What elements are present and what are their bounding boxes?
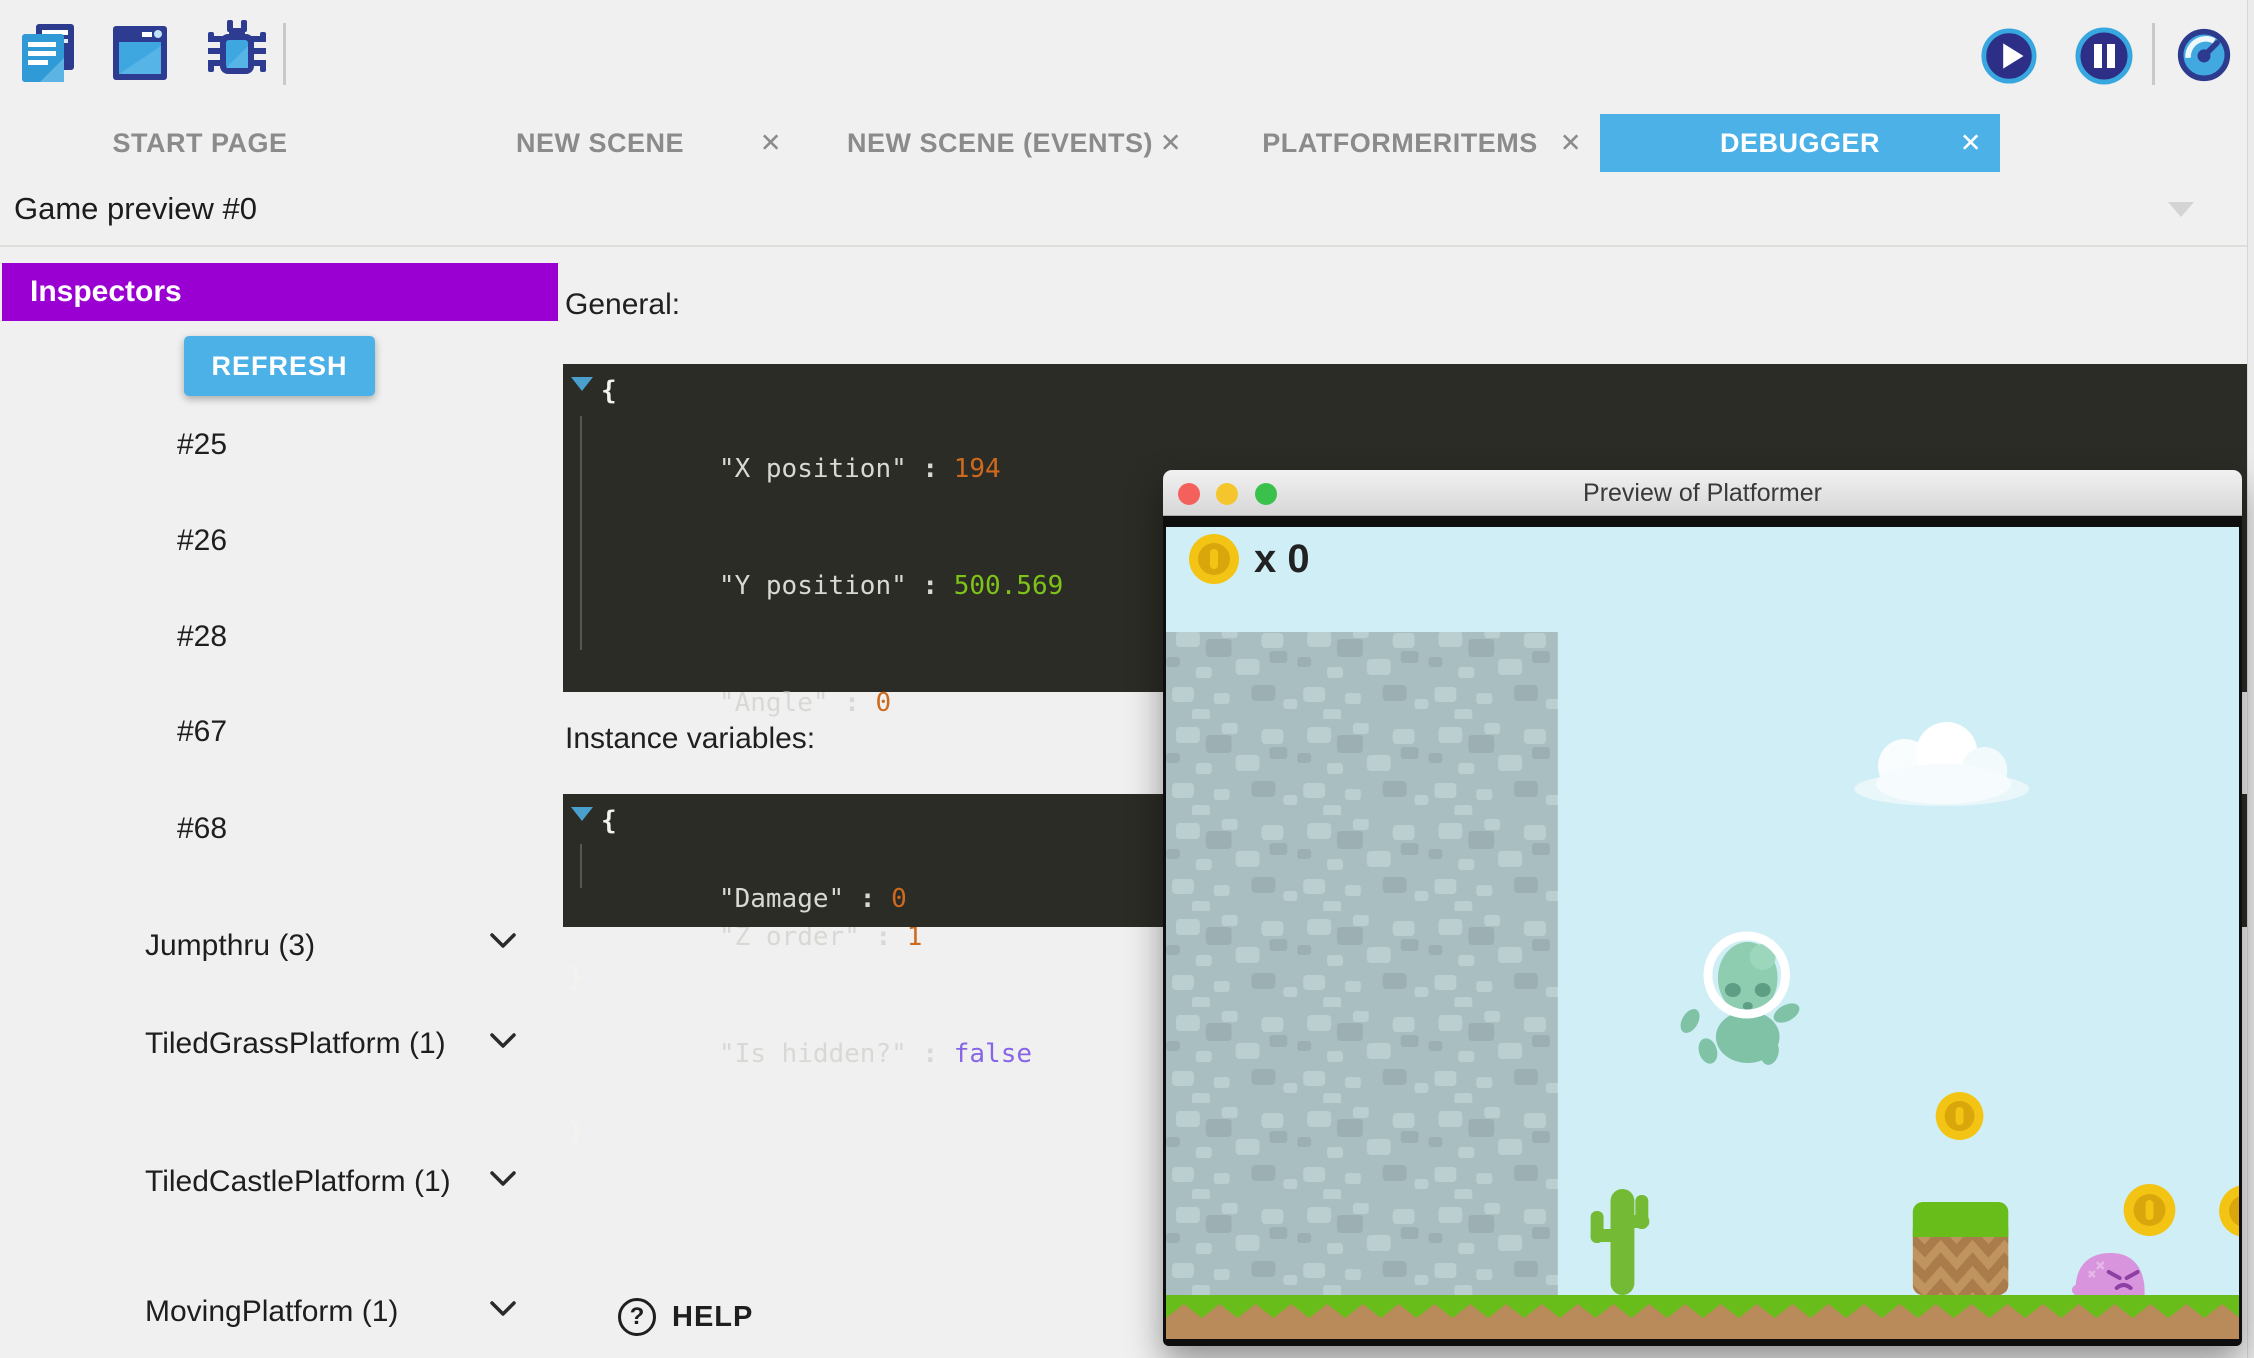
json-value: 500.569 bbox=[954, 571, 1064, 601]
instance-variables-heading: Instance variables: bbox=[565, 722, 815, 756]
preview-selector-label: Game preview #0 bbox=[14, 191, 257, 227]
tab-label: PLATFORMERITEMS bbox=[1262, 128, 1537, 159]
tab-bar: START PAGE NEW SCENE ✕ NEW SCENE (EVENTS… bbox=[0, 114, 2254, 172]
help-label: HELP bbox=[672, 1301, 753, 1334]
json-value: 0 bbox=[875, 688, 891, 718]
coin bbox=[2219, 1185, 2239, 1237]
chevron-down-icon[interactable] bbox=[489, 1170, 517, 1193]
castle-wall bbox=[1166, 632, 1558, 1295]
chevron-down-icon[interactable] bbox=[489, 1300, 517, 1323]
maximize-button[interactable] bbox=[1255, 483, 1277, 505]
scrollbar[interactable] bbox=[2247, 0, 2254, 1358]
inspector-item-28[interactable]: #28 bbox=[177, 620, 227, 654]
inspector-item-26[interactable]: #26 bbox=[177, 524, 227, 558]
pause-icon[interactable] bbox=[2074, 26, 2134, 91]
inspector-item-25[interactable]: #25 bbox=[177, 428, 227, 462]
tab-close-icon[interactable]: ✕ bbox=[1960, 128, 1982, 159]
coin bbox=[2124, 1184, 2176, 1236]
grass-platform-block bbox=[1907, 1202, 2020, 1303]
close-button[interactable] bbox=[1178, 483, 1200, 505]
preview-window-title: Preview of Platformer bbox=[1163, 470, 2242, 516]
scene-editor-icon[interactable] bbox=[113, 24, 169, 87]
general-heading: General: bbox=[565, 288, 680, 322]
inspectors-header: Inspectors bbox=[2, 263, 558, 321]
inspector-item-67[interactable]: #67 bbox=[177, 715, 227, 749]
toolbar-divider-right bbox=[2152, 23, 2155, 85]
game-scene bbox=[1166, 527, 2239, 1339]
debugger-icon[interactable] bbox=[206, 20, 268, 89]
play-icon[interactable] bbox=[1980, 27, 2038, 90]
tab-label: NEW SCENE (EVENTS) bbox=[847, 128, 1153, 159]
close-brace: } bbox=[568, 1117, 584, 1147]
close-brace: } bbox=[568, 962, 584, 992]
coin-count: x 0 bbox=[1254, 537, 1310, 582]
tab-label: DEBUGGER bbox=[1720, 128, 1880, 159]
tab-start-page[interactable]: START PAGE bbox=[0, 114, 400, 172]
json-value: 0 bbox=[891, 884, 907, 914]
toolbar-divider bbox=[283, 23, 286, 85]
open-brace: { bbox=[601, 376, 617, 406]
tab-label: NEW SCENE bbox=[516, 128, 684, 159]
main-toolbar bbox=[0, 0, 2254, 114]
coin-hud: x 0 bbox=[1188, 533, 1310, 585]
help-button[interactable]: ? HELP bbox=[618, 1298, 753, 1336]
chevron-down-icon[interactable] bbox=[489, 1032, 517, 1055]
slime-enemy bbox=[2072, 1253, 2145, 1296]
tab-label: START PAGE bbox=[112, 128, 287, 159]
tab-new-scene-events[interactable]: NEW SCENE (EVENTS) ✕ bbox=[800, 114, 1200, 172]
profiler-icon[interactable] bbox=[2176, 27, 2232, 88]
tab-debugger[interactable]: DEBUGGER ✕ bbox=[1600, 114, 2000, 172]
question-mark-icon: ? bbox=[618, 1298, 656, 1336]
tab-close-icon[interactable]: ✕ bbox=[760, 128, 782, 159]
cactus bbox=[1591, 1189, 1650, 1295]
tab-new-scene[interactable]: NEW SCENE ✕ bbox=[400, 114, 800, 172]
coin-icon bbox=[1188, 533, 1240, 585]
game-viewport[interactable]: x 0 bbox=[1166, 527, 2239, 1339]
gdevelop-window: START PAGE NEW SCENE ✕ NEW SCENE (EVENTS… bbox=[0, 0, 2254, 1358]
chevron-down-icon[interactable] bbox=[2168, 202, 2194, 217]
window-top-strip bbox=[1166, 516, 2239, 527]
json-value: 194 bbox=[954, 454, 1001, 484]
open-brace: { bbox=[601, 806, 617, 836]
coin bbox=[1936, 1092, 1984, 1140]
preview-titlebar[interactable]: Preview of Platformer bbox=[1163, 470, 2242, 516]
tab-close-icon[interactable]: ✕ bbox=[1160, 128, 1182, 159]
group-tiledgrassplatform[interactable]: TiledGrassPlatform (1) bbox=[145, 1024, 475, 1063]
group-tiledcastleplatform[interactable]: TiledCastlePlatform (1) bbox=[145, 1162, 475, 1201]
group-movingplatform[interactable]: MovingPlatform (1) bbox=[145, 1292, 475, 1331]
player-character bbox=[1677, 936, 1803, 1067]
ground bbox=[1166, 1295, 2239, 1339]
group-jumpthru[interactable]: Jumpthru (3) bbox=[145, 926, 475, 965]
preview-selector-row[interactable]: Game preview #0 bbox=[0, 172, 2254, 247]
refresh-button[interactable]: REFRESH bbox=[184, 336, 375, 396]
project-manager-icon[interactable] bbox=[20, 22, 78, 89]
minimize-button[interactable] bbox=[1216, 483, 1238, 505]
tab-platformeritems[interactable]: PLATFORMERITEMS ✕ bbox=[1200, 114, 1600, 172]
inspector-item-68[interactable]: #68 bbox=[177, 812, 227, 846]
chevron-down-icon[interactable] bbox=[489, 932, 517, 955]
preview-window: Preview of Platformer bbox=[1163, 470, 2242, 1346]
tab-close-icon[interactable]: ✕ bbox=[1560, 128, 1582, 159]
cloud bbox=[1854, 722, 2029, 806]
json-value: false bbox=[954, 1039, 1032, 1069]
